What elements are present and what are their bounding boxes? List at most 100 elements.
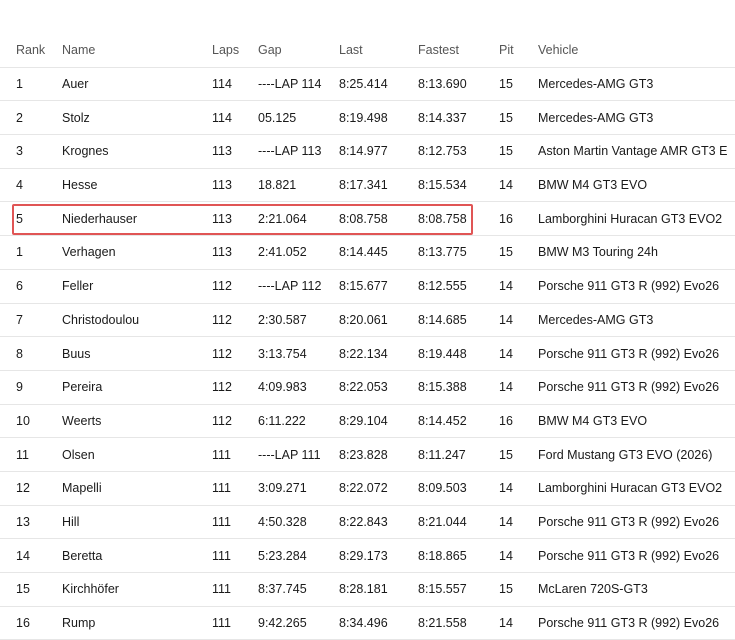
vehicle-cell: Porsche 911 GT3 R (992) Evo26 [538, 279, 720, 294]
name-cell: Rump [62, 616, 96, 631]
laps-cell: 112 [212, 279, 232, 294]
vehicle-cell: Mercedes-AMG GT3 [538, 110, 654, 125]
table-row[interactable]: 9 Pereira 112 4:09.983 8:22.053 8:15.388 14 Por… [0, 371, 735, 405]
gap-cell: 4:50.328 [258, 514, 307, 529]
column-header-rank[interactable]: Rank [16, 34, 56, 67]
vehicle-cell: Aston Martin Vantage AMR GT3 E... [538, 144, 728, 159]
pit-cell: 15 [499, 77, 513, 92]
pit-cell: 15 [499, 144, 513, 159]
table-row[interactable]: 1 Verhagen 113 2:41.052 8:14.445 8:13.775 15 BM… [0, 236, 735, 270]
pit-cell: 16 [499, 413, 513, 428]
name-cell: Krognes [62, 144, 109, 159]
laps-cell: 111 [212, 582, 232, 597]
name-cell: Feller [62, 279, 94, 294]
vehicle-cell: BMW M4 GT3 EVO [538, 413, 648, 428]
last-lap-cell: 8:22.072 [339, 481, 388, 496]
fastest-lap-cell: 8:19.448 [418, 346, 467, 361]
fastest-lap-cell: 8:12.753 [418, 144, 467, 159]
table-header: Rank Name Laps Gap Last Fastest Pit Vehi… [0, 34, 735, 68]
rank-cell: 7 [16, 312, 23, 327]
vehicle-cell: McLaren 720S-GT3 [538, 582, 648, 597]
fastest-lap-cell: 8:18.865 [418, 548, 467, 563]
rank-cell: 1 [16, 77, 23, 92]
table-row[interactable]: 8 Buus 112 3:13.754 8:22.134 8:19.448 14 Porsch… [0, 337, 735, 371]
column-header-vehicle[interactable]: Vehicle [538, 34, 728, 67]
last-lap-cell: 8:17.341 [339, 178, 388, 193]
pit-cell: 15 [499, 447, 513, 462]
fastest-lap-cell: 8:14.685 [418, 312, 467, 327]
table-row[interactable]: 14 Beretta 111 5:23.284 8:29.173 8:18.865 14 Po… [0, 539, 735, 573]
last-lap-cell: 8:22.843 [339, 514, 388, 529]
pit-cell: 14 [499, 312, 513, 327]
table-row[interactable]: 5 Niederhauser 113 2:21.064 8:08.758 8:08.758… [0, 202, 735, 237]
vehicle-cell: Porsche 911 GT3 R (992) Evo26 [538, 380, 720, 395]
column-header-laps[interactable]: Laps [212, 34, 252, 67]
gap-cell: 2:21.064 [258, 211, 307, 226]
rank-cell: 16 [16, 616, 30, 631]
column-header-last[interactable]: Last [339, 34, 414, 67]
rank-cell: 13 [16, 514, 30, 529]
last-lap-cell: 8:34.496 [339, 616, 388, 631]
laps-cell: 113 [212, 178, 232, 193]
table-row[interactable]: 3 Krognes 113 ----LAP 113 8:14.977 8:12.753 15… [0, 135, 735, 169]
column-header-fastest[interactable]: Fastest [418, 34, 493, 67]
table-row[interactable]: 12 Mapelli 111 3:09.271 8:22.072 8:09.503 14 La… [0, 472, 735, 506]
gap-cell: 18.821 [258, 178, 297, 193]
table-row[interactable]: 11 Olsen 111 ----LAP 111 8:23.828 8:11.247 15 F… [0, 438, 735, 472]
rank-cell: 3 [16, 144, 23, 159]
table-row[interactable]: 10 Weerts 112 6:11.222 8:29.104 8:14.452 16 BMW… [0, 405, 735, 439]
last-lap-cell: 8:20.061 [339, 312, 388, 327]
rank-cell: 6 [16, 279, 23, 294]
name-cell: Christodoulou [62, 312, 140, 327]
laps-cell: 114 [212, 110, 232, 125]
fastest-lap-cell: 8:15.534 [418, 178, 467, 193]
fastest-lap-cell: 8:08.758 [418, 211, 467, 226]
pit-cell: 15 [499, 582, 513, 597]
laps-cell: 113 [212, 144, 232, 159]
column-header-pit[interactable]: Pit [499, 34, 534, 67]
last-lap-cell: 8:25.414 [339, 77, 388, 92]
table-row[interactable]: 16 Rump 111 9:42.265 8:34.496 8:21.558 14 Porsc… [0, 607, 735, 640]
name-cell: Pereira [62, 380, 103, 395]
gap-cell: ----LAP 114 [258, 77, 322, 92]
rank-cell: 8 [16, 346, 23, 361]
pit-cell: 14 [499, 616, 513, 631]
name-cell: Verhagen [62, 245, 116, 260]
table-row[interactable]: 7 Christodoulou 112 2:30.587 8:20.061 8:14.68… [0, 304, 735, 338]
pit-cell: 14 [499, 380, 513, 395]
pit-cell: 14 [499, 178, 513, 193]
column-header-name[interactable]: Name [62, 34, 207, 67]
last-lap-cell: 8:19.498 [339, 110, 388, 125]
laps-cell: 113 [212, 245, 232, 260]
table-row[interactable]: 2 Stolz 114 05.125 8:19.498 8:14.337 15 Mercede… [0, 101, 735, 136]
table-row[interactable]: 15 Kirchhöfer 111 8:37.745 8:28.181 8:15.557 1… [0, 573, 735, 607]
table-row[interactable]: 1 Auer 114 ----LAP 114 8:25.414 8:13.690 15 Mer… [0, 68, 735, 102]
gap-cell: 8:37.745 [258, 582, 307, 597]
last-lap-cell: 8:22.134 [339, 346, 388, 361]
laps-cell: 114 [212, 77, 232, 92]
column-header-gap[interactable]: Gap [258, 34, 336, 67]
rank-cell: 11 [16, 447, 29, 462]
table-row[interactable]: 6 Feller 112 ----LAP 112 8:15.677 8:12.555 14 P… [0, 270, 735, 304]
gap-cell: 9:42.265 [258, 616, 307, 631]
gap-cell: 5:23.284 [258, 548, 307, 563]
laps-cell: 112 [212, 380, 232, 395]
fastest-lap-cell: 8:15.557 [418, 582, 467, 597]
table-row[interactable]: 13 Hill 111 4:50.328 8:22.843 8:21.044 14 Porsc… [0, 506, 735, 540]
fastest-lap-cell: 8:09.503 [418, 481, 467, 496]
laps-cell: 111 [212, 481, 232, 496]
laps-cell: 111 [212, 514, 232, 529]
rank-cell: 2 [16, 110, 23, 125]
vehicle-cell: Ford Mustang GT3 EVO (2026) [538, 447, 713, 462]
last-lap-cell: 8:14.977 [339, 144, 388, 159]
rank-cell: 5 [16, 211, 23, 226]
name-cell: Kirchhöfer [62, 582, 119, 597]
table-row[interactable]: 4 Hesse 113 18.821 8:17.341 8:15.534 14 BMW M4 … [0, 169, 735, 203]
fastest-lap-cell: 8:14.452 [418, 413, 467, 428]
results-table: Rank Name Laps Gap Last Fastest Pit Vehi… [0, 34, 735, 640]
gap-cell: ----LAP 111 [258, 447, 321, 462]
fastest-lap-cell: 8:14.337 [418, 110, 467, 125]
name-cell: Stolz [62, 110, 90, 125]
fastest-lap-cell: 8:15.388 [418, 380, 467, 395]
laps-cell: 111 [212, 616, 232, 631]
